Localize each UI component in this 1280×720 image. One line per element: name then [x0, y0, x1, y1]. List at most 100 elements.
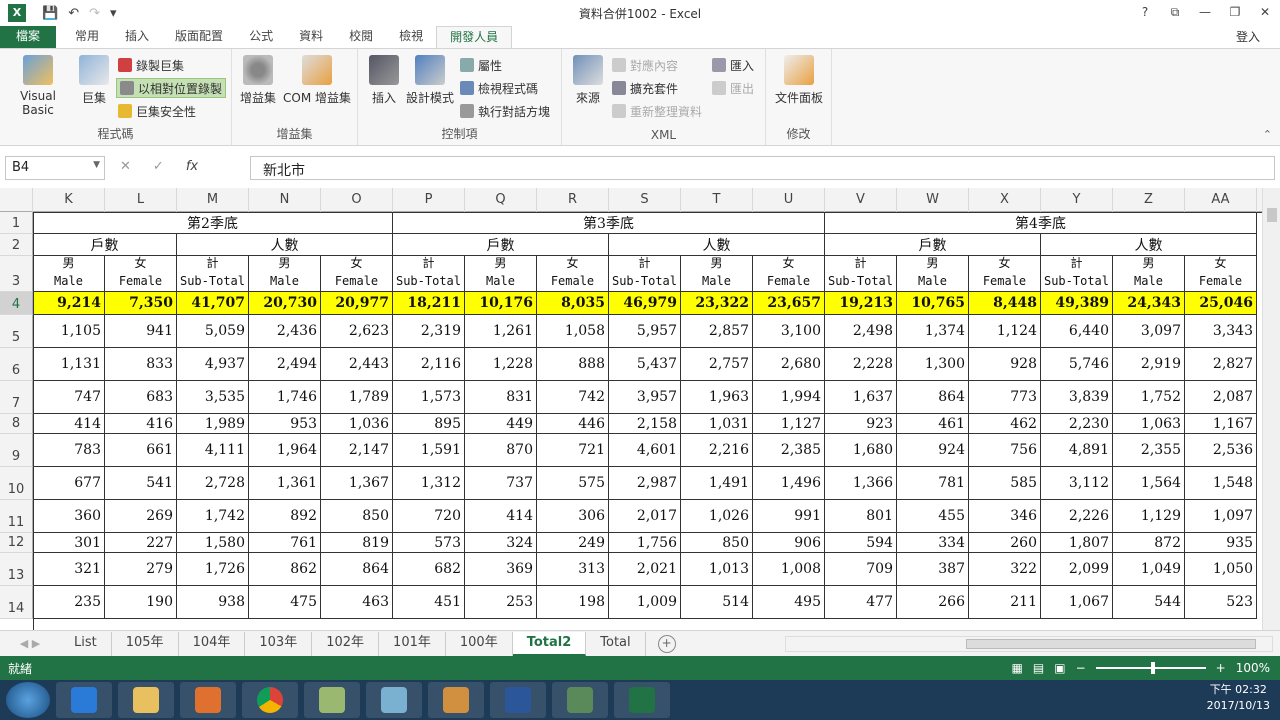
total-cell[interactable]: 8,035 [537, 292, 609, 315]
customize-qat-icon[interactable]: ▾ [110, 6, 117, 21]
group-header[interactable]: 戶數 [33, 234, 177, 256]
taskbar-app9[interactable] [552, 682, 608, 718]
column-header[interactable]: N [249, 188, 321, 212]
data-cell[interactable]: 387 [897, 553, 969, 586]
data-cell[interactable]: 819 [321, 533, 393, 553]
data-cell[interactable]: 2,017 [609, 500, 681, 533]
data-cell[interactable]: 831 [465, 381, 537, 414]
subheader-cell[interactable]: 計 Sub-Total [825, 256, 897, 292]
tab-file[interactable]: 檔案 [0, 26, 57, 48]
zoom-out-icon[interactable]: − [1076, 661, 1086, 675]
data-cell[interactable]: 2,147 [321, 434, 393, 467]
macros-button[interactable]: 巨集 [76, 55, 112, 106]
data-cell[interactable]: 1,228 [465, 348, 537, 381]
row-header[interactable]: 3 [0, 256, 33, 292]
total-cell[interactable]: 46,979 [609, 292, 681, 315]
data-cell[interactable]: 737 [465, 467, 537, 500]
taskbar-chrome[interactable] [242, 682, 298, 718]
data-cell[interactable]: 850 [681, 533, 753, 553]
document-panel-button[interactable]: 文件面板 [772, 55, 826, 106]
data-cell[interactable]: 2,228 [825, 348, 897, 381]
subheader-cell[interactable]: 計 Sub-Total [1041, 256, 1113, 292]
subheader-cell[interactable]: 計 Sub-Total [609, 256, 681, 292]
worksheet-grid[interactable]: K L M N O P Q R S T U V W X Y Z AA 1 2 3 4 5 6 7 8 9 10 11 12 13 14 第2… [0, 188, 1262, 630]
data-cell[interactable]: 451 [393, 586, 465, 619]
redo-icon[interactable]: ↷ [89, 6, 100, 21]
tab-review[interactable]: 校閱 [336, 26, 386, 48]
data-cell[interactable]: 2,827 [1185, 348, 1257, 381]
sheet-tab[interactable]: 105年 [112, 631, 179, 656]
normal-view-icon[interactable]: ▦ [1012, 661, 1023, 675]
data-cell[interactable]: 523 [1185, 586, 1257, 619]
data-cell[interactable]: 2,216 [681, 434, 753, 467]
row-header[interactable]: 8 [0, 414, 33, 434]
data-cell[interactable]: 235 [33, 586, 105, 619]
subheader-cell[interactable]: 女 Female [753, 256, 825, 292]
column-header[interactable]: P [393, 188, 465, 212]
data-cell[interactable]: 682 [393, 553, 465, 586]
data-cell[interactable]: 514 [681, 586, 753, 619]
new-sheet-button[interactable]: + [657, 634, 676, 653]
restore-button[interactable]: ❐ [1220, 0, 1250, 24]
data-cell[interactable]: 477 [825, 586, 897, 619]
data-cell[interactable]: 906 [753, 533, 825, 553]
data-cell[interactable]: 2,494 [249, 348, 321, 381]
data-cell[interactable]: 346 [969, 500, 1041, 533]
group-header[interactable]: 戶數 [393, 234, 609, 256]
data-cell[interactable]: 1,680 [825, 434, 897, 467]
map-properties-button[interactable]: 對應內容 [612, 55, 678, 75]
page-break-view-icon[interactable]: ▣ [1054, 661, 1065, 675]
total-cell[interactable]: 10,765 [897, 292, 969, 315]
data-cell[interactable]: 414 [465, 500, 537, 533]
data-cell[interactable]: 923 [825, 414, 897, 434]
vertical-scrollbar[interactable] [1262, 188, 1280, 630]
start-button[interactable] [6, 682, 50, 718]
data-cell[interactable]: 783 [33, 434, 105, 467]
data-cell[interactable]: 1,261 [465, 315, 537, 348]
row-header[interactable]: 12 [0, 533, 33, 553]
data-cell[interactable]: 2,319 [393, 315, 465, 348]
view-code-button[interactable]: 檢視程式碼 [460, 78, 538, 98]
data-cell[interactable]: 1,491 [681, 467, 753, 500]
data-cell[interactable]: 761 [249, 533, 321, 553]
close-button[interactable]: ✕ [1250, 0, 1280, 24]
data-cell[interactable]: 190 [105, 586, 177, 619]
data-cell[interactable]: 322 [969, 553, 1041, 586]
column-header[interactable]: R [537, 188, 609, 212]
sheet-tab[interactable]: List [60, 631, 112, 656]
column-header[interactable]: L [105, 188, 177, 212]
data-cell[interactable]: 1,013 [681, 553, 753, 586]
data-cell[interactable]: 2,728 [177, 467, 249, 500]
row-header[interactable]: 4 [0, 292, 33, 315]
data-cell[interactable]: 1,031 [681, 414, 753, 434]
data-cell[interactable]: 449 [465, 414, 537, 434]
data-cell[interactable]: 269 [105, 500, 177, 533]
data-cell[interactable]: 661 [105, 434, 177, 467]
ribbon-display-icon[interactable]: ⧉ [1160, 0, 1190, 24]
subheader-cell[interactable]: 女 Female [969, 256, 1041, 292]
data-cell[interactable]: 747 [33, 381, 105, 414]
data-cell[interactable]: 2,536 [1185, 434, 1257, 467]
data-cell[interactable]: 414 [33, 414, 105, 434]
sheet-tab[interactable]: Total2 [512, 631, 587, 656]
data-cell[interactable]: 2,857 [681, 315, 753, 348]
data-cell[interactable]: 756 [969, 434, 1041, 467]
data-cell[interactable]: 1,752 [1113, 381, 1185, 414]
name-box-dropdown-icon[interactable]: ▼ [93, 160, 100, 170]
zoom-in-icon[interactable]: + [1216, 661, 1226, 675]
data-cell[interactable]: 313 [537, 553, 609, 586]
total-cell[interactable]: 23,322 [681, 292, 753, 315]
data-cell[interactable]: 3,957 [609, 381, 681, 414]
quarter-header[interactable]: 第4季底 [825, 212, 1257, 234]
data-cell[interactable]: 1,789 [321, 381, 393, 414]
data-cell[interactable]: 1,367 [321, 467, 393, 500]
horizontal-scroll-thumb[interactable] [966, 639, 1256, 649]
group-header[interactable]: 人數 [177, 234, 393, 256]
total-cell[interactable]: 20,977 [321, 292, 393, 315]
data-cell[interactable]: 870 [465, 434, 537, 467]
data-cell[interactable]: 1,058 [537, 315, 609, 348]
row-header[interactable]: 6 [0, 348, 33, 381]
data-cell[interactable]: 541 [105, 467, 177, 500]
data-cell[interactable]: 1,312 [393, 467, 465, 500]
tab-home[interactable]: 常用 [62, 26, 112, 48]
